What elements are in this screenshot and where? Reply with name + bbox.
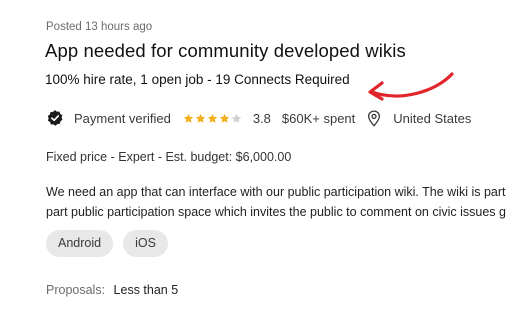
- posted-time: Posted 13 hours ago: [46, 21, 153, 33]
- location-pin-icon: [368, 109, 381, 127]
- red-arrow-annotation: [368, 72, 454, 101]
- verified-badge-icon: [47, 110, 63, 126]
- job-description: We need an app that can interface with o…: [46, 182, 512, 222]
- job-budget-line: Fixed price - Expert - Est. budget: $6,0…: [46, 150, 292, 164]
- star-icon: [183, 113, 194, 123]
- proposals-label: Proposals:: [46, 283, 106, 297]
- payment-verified-label: Payment verified: [74, 110, 171, 126]
- star-icon: [195, 113, 206, 123]
- job-meta-line: 100% hire rate, 1 open job - 19 Connects…: [45, 72, 350, 87]
- client-location: United States: [393, 110, 472, 126]
- proposals-value: Less than 5: [113, 283, 179, 297]
- description-line: part public participation space which in…: [46, 205, 506, 219]
- skill-tag-android[interactable]: Android: [46, 230, 114, 257]
- star-icon: [207, 113, 218, 123]
- skill-tags: Android iOS: [46, 230, 178, 257]
- client-info-row: Payment verified 3.8 $60K+ spent United …: [46, 107, 471, 129]
- client-spent: $60K+ spent: [281, 110, 356, 126]
- client-rating-value: 3.8: [252, 110, 271, 126]
- client-rating-stars: [183, 113, 243, 124]
- proposals-info: Proposals: Less than 5: [46, 283, 178, 297]
- description-line: We need an app that can interface with o…: [46, 185, 506, 199]
- star-icon: [231, 113, 242, 123]
- skill-tag-ios[interactable]: iOS: [123, 230, 168, 257]
- star-icon: [219, 113, 230, 123]
- job-title[interactable]: App needed for community developed wikis: [45, 40, 406, 62]
